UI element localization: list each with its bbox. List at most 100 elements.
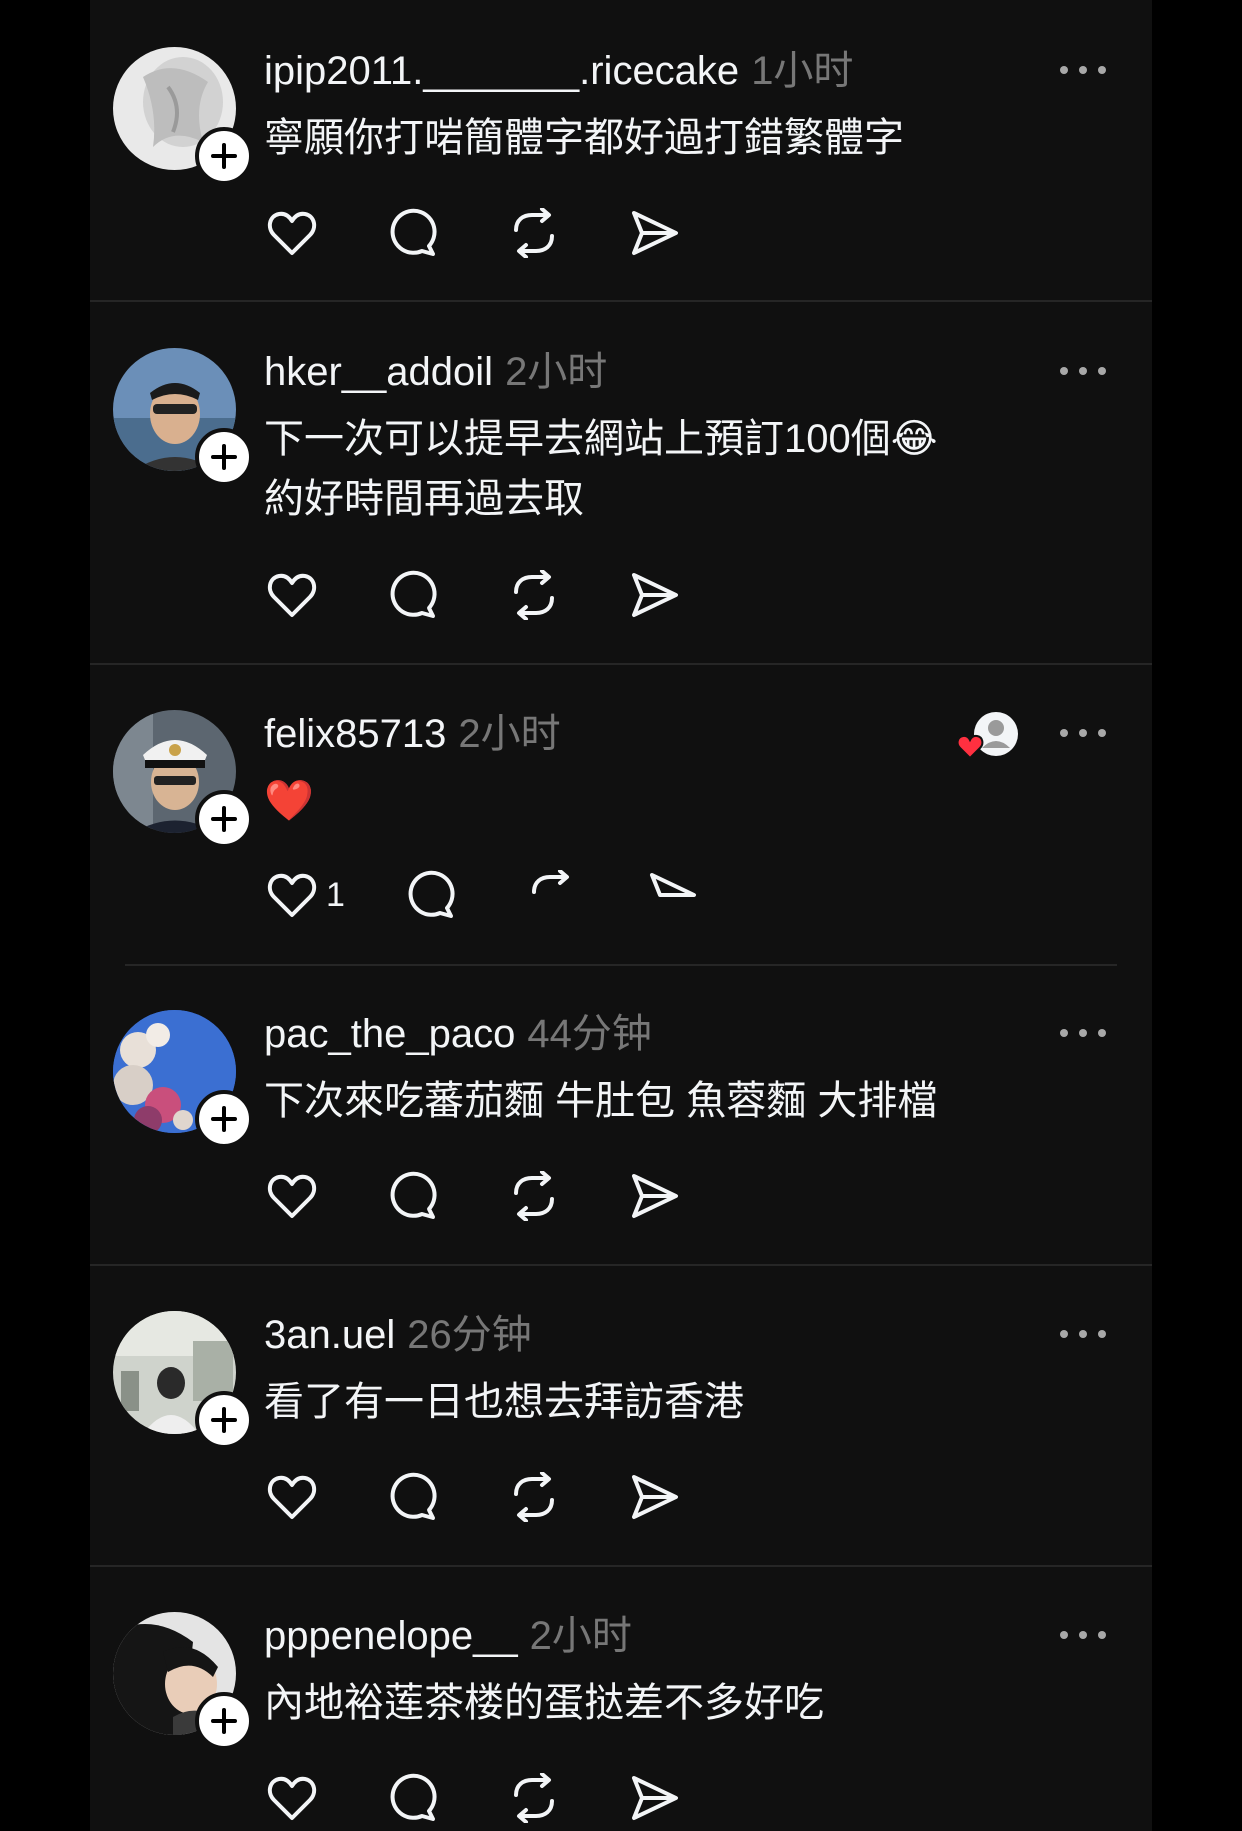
timestamp: 1小时 xyxy=(751,49,854,93)
username[interactable]: ipip2011._______.ricecake xyxy=(264,46,739,96)
plus-icon xyxy=(211,1106,237,1132)
comment-icon xyxy=(390,570,437,618)
comment-text-line: 約好時間再過去取 xyxy=(264,477,584,521)
comment-button[interactable] xyxy=(403,867,459,923)
username[interactable]: felix85713 xyxy=(264,709,446,759)
comment-button[interactable] xyxy=(385,205,441,261)
repost-icon xyxy=(514,1171,554,1221)
share-button[interactable] xyxy=(627,1168,683,1224)
repost-icon xyxy=(514,1773,554,1823)
repost-button[interactable] xyxy=(506,1770,562,1826)
action-bar: 1 xyxy=(264,867,701,923)
comment-header: pac_the_paco 44分钟 xyxy=(264,1009,652,1059)
follow-button[interactable] xyxy=(195,790,253,848)
comment-text-line: 內地裕莲茶楼的蛋挞差不多好吃 xyxy=(264,1681,824,1725)
comment-text-line: 下一次可以提早去網站上預訂100個😂 xyxy=(264,417,938,461)
action-bar xyxy=(264,205,683,261)
more-options-button[interactable] xyxy=(1060,359,1106,383)
comment-icon xyxy=(390,208,437,256)
more-options-button[interactable] xyxy=(1060,1322,1106,1346)
action-bar xyxy=(264,567,683,623)
repost-icon xyxy=(531,870,569,894)
repost-icon xyxy=(514,1472,554,1522)
heart-icon xyxy=(267,873,317,917)
repost-button[interactable] xyxy=(524,867,580,923)
comment-text-line: 寧願你打啱簡體字都好過打錯繁體字 xyxy=(264,116,904,160)
repost-button[interactable] xyxy=(506,1469,562,1525)
timestamp: 2小时 xyxy=(529,1614,632,1658)
repost-button[interactable] xyxy=(506,205,562,261)
comment-icon xyxy=(390,1773,437,1821)
plus-icon xyxy=(211,444,237,470)
comment-header: 3an.uel 26分钟 xyxy=(264,1310,532,1360)
comment-text: 內地裕莲茶楼的蛋挞差不多好吃 xyxy=(264,1673,824,1733)
heart-icon xyxy=(267,1475,317,1519)
follow-button[interactable] xyxy=(195,1391,253,1449)
follow-button[interactable] xyxy=(195,428,253,486)
liked-by-author-icon xyxy=(956,712,1018,760)
comment-text: ❤️ xyxy=(264,771,314,831)
plus-icon xyxy=(211,143,237,169)
username[interactable]: hker__addoil xyxy=(264,347,493,397)
share-icon xyxy=(649,873,696,897)
comments-feed: ipip2011._______.ricecake 1小时 寧願你打啱簡體字都好… xyxy=(90,0,1152,1831)
comment-button[interactable] xyxy=(385,1168,441,1224)
username[interactable]: 3an.uel xyxy=(264,1310,395,1360)
comment-item: hker__addoil 2小时 下一次可以提早去網站上預訂100個😂 約好時間… xyxy=(90,301,1152,663)
action-bar xyxy=(264,1469,683,1525)
comment-text: 下一次可以提早去網站上預訂100個😂 約好時間再過去取 xyxy=(264,409,937,529)
comment-text: 看了有一日也想去拜訪香港 xyxy=(264,1372,744,1432)
timestamp: 44分钟 xyxy=(527,1012,652,1056)
liked-by-author-indicator[interactable] xyxy=(956,708,1026,768)
plus-icon xyxy=(211,806,237,832)
action-bar xyxy=(264,1770,683,1826)
more-options-button[interactable] xyxy=(1060,58,1106,82)
share-button[interactable] xyxy=(627,1469,683,1525)
username[interactable]: pppenelope__ xyxy=(264,1611,518,1661)
like-button[interactable] xyxy=(264,867,320,923)
repost-button[interactable] xyxy=(506,1168,562,1224)
username[interactable]: pac_the_paco xyxy=(264,1009,515,1059)
more-options-button[interactable] xyxy=(1060,1021,1106,1045)
comment-item: pppenelope__ 2小时 內地裕莲茶楼的蛋挞差不多好吃 xyxy=(90,1565,1152,1831)
plus-icon xyxy=(211,1708,237,1734)
comment-text-line: 下次來吃蕃茄麵 牛肚包 魚蓉麵 大排檔 xyxy=(264,1079,938,1123)
comment-header: pppenelope__ 2小时 xyxy=(264,1611,632,1661)
comment-header: ipip2011._______.ricecake 1小时 xyxy=(264,46,853,96)
comment-button[interactable] xyxy=(385,1469,441,1525)
share-button[interactable] xyxy=(627,205,683,261)
like-button[interactable] xyxy=(264,567,320,623)
more-options-button[interactable] xyxy=(1060,1623,1106,1647)
action-bar xyxy=(264,1168,683,1224)
like-button[interactable] xyxy=(264,1770,320,1826)
share-icon xyxy=(632,573,678,617)
comment-icon xyxy=(390,1472,437,1520)
follow-button[interactable] xyxy=(195,1692,253,1750)
heart-icon xyxy=(267,211,317,255)
follow-button[interactable] xyxy=(195,127,253,185)
like-button[interactable] xyxy=(264,1168,320,1224)
comment-button[interactable] xyxy=(385,1770,441,1826)
like-button[interactable] xyxy=(264,1469,320,1525)
share-icon xyxy=(632,211,678,255)
comment-button[interactable] xyxy=(385,567,441,623)
comment-header: hker__addoil 2小时 xyxy=(264,347,607,397)
heart-icon xyxy=(267,1174,317,1218)
comment-item: pac_the_paco 44分钟 下次來吃蕃茄麵 牛肚包 魚蓉麵 大排檔 xyxy=(90,963,1152,1264)
heart-icon xyxy=(267,573,317,617)
comment-header: felix85713 2小时 xyxy=(264,709,561,759)
timestamp: 2小时 xyxy=(458,712,561,756)
comment-item: ipip2011._______.ricecake 1小时 寧願你打啱簡體字都好… xyxy=(90,0,1152,300)
more-options-button[interactable] xyxy=(1060,721,1106,745)
share-button[interactable] xyxy=(627,1770,683,1826)
comment-icon xyxy=(390,1171,437,1219)
repost-button[interactable] xyxy=(506,567,562,623)
repost-icon xyxy=(514,208,554,258)
comment-icon xyxy=(408,870,455,918)
heart-icon xyxy=(267,1776,317,1820)
share-button[interactable] xyxy=(627,567,683,623)
share-button[interactable] xyxy=(645,867,701,923)
like-button[interactable] xyxy=(264,205,320,261)
share-icon xyxy=(632,1174,678,1218)
follow-button[interactable] xyxy=(195,1090,253,1148)
